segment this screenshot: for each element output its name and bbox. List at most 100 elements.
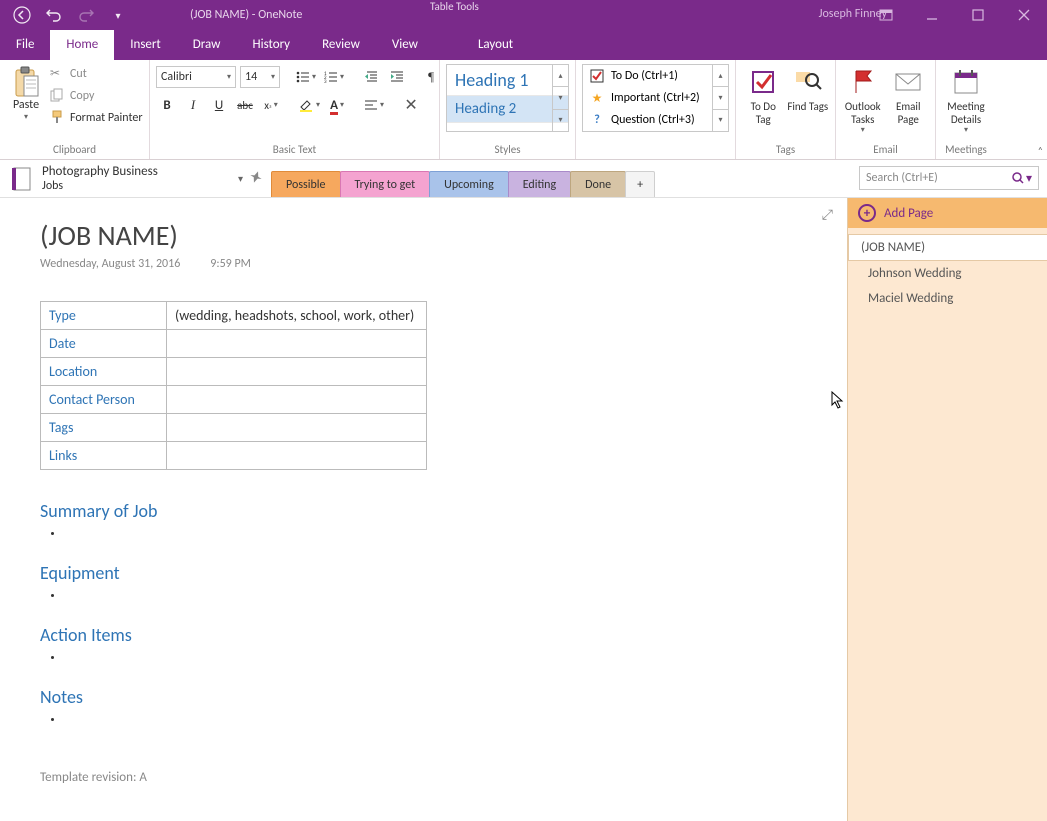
heading-summary[interactable]: Summary of Job: [40, 500, 807, 522]
tab-review[interactable]: Review: [306, 30, 376, 60]
tags-gallery[interactable]: To Do (Ctrl+1) ★Important (Ctrl+2) ?Ques…: [582, 64, 729, 132]
paragraph-mark-button[interactable]: ¶: [420, 66, 442, 88]
table-key[interactable]: Location: [41, 358, 167, 386]
italic-button[interactable]: I: [182, 94, 204, 116]
tab-insert[interactable]: Insert: [114, 30, 177, 60]
table-key[interactable]: Links: [41, 442, 167, 470]
tags-scroll-up-icon[interactable]: ▴: [713, 65, 728, 87]
minimize-icon[interactable]: [909, 0, 955, 30]
section-tab-possible[interactable]: Possible: [271, 171, 340, 197]
ribbon-display-icon[interactable]: [863, 0, 909, 30]
table-key[interactable]: Type: [41, 302, 167, 330]
style-heading1[interactable]: Heading 1: [447, 65, 568, 96]
group-label-meetings: Meetings: [942, 141, 990, 159]
find-tags-button[interactable]: Find Tags: [787, 64, 830, 113]
notebook-picker[interactable]: Photography Business Jobs: [0, 160, 238, 197]
highlight-button[interactable]: ▾: [296, 94, 322, 116]
pin-icon[interactable]: [249, 170, 263, 188]
table-key[interactable]: Contact Person: [41, 386, 167, 414]
table-value[interactable]: [167, 386, 427, 414]
styles-scroll-down-icon[interactable]: ▾: [553, 87, 568, 109]
equipment-list[interactable]: [40, 588, 807, 606]
table-value[interactable]: [167, 358, 427, 386]
font-color-button[interactable]: A▾: [326, 94, 348, 116]
collapse-ribbon-icon[interactable]: ˄: [1038, 144, 1043, 157]
page-content[interactable]: ⤢ (JOB NAME) Wednesday, August 31, 2016 …: [0, 198, 847, 821]
outlook-tasks-button[interactable]: Outlook Tasks▾: [842, 64, 884, 136]
bold-button[interactable]: B: [156, 94, 178, 116]
outlook-tasks-label: Outlook Tasks: [842, 100, 884, 126]
todo-tag-button[interactable]: To Do Tag: [742, 64, 785, 126]
section-tab-editing[interactable]: Editing: [508, 171, 571, 197]
bullets-button[interactable]: ▾: [294, 66, 318, 88]
table-value[interactable]: [167, 414, 427, 442]
tab-home[interactable]: Home: [50, 30, 114, 60]
action-list[interactable]: [40, 650, 807, 668]
add-page-label: Add Page: [884, 206, 933, 221]
qat-customize-icon[interactable]: ▾: [104, 1, 132, 29]
paste-button[interactable]: Paste ▾: [6, 64, 46, 122]
styles-scroll-up-icon[interactable]: ▴: [553, 65, 568, 87]
list-item[interactable]: [64, 588, 807, 606]
styles-expand-icon[interactable]: ▾: [553, 110, 568, 131]
tab-draw[interactable]: Draw: [177, 30, 237, 60]
list-item[interactable]: [64, 650, 807, 668]
tag-important[interactable]: ★Important (Ctrl+2): [583, 87, 728, 109]
expand-icon[interactable]: ⤢: [822, 206, 833, 223]
list-item[interactable]: [64, 712, 807, 730]
subscript-button[interactable]: x₂▾: [260, 94, 282, 116]
numbering-button[interactable]: 123▾: [322, 66, 346, 88]
email-page-button[interactable]: Email Page: [888, 64, 930, 126]
indent-button[interactable]: [386, 66, 408, 88]
list-item[interactable]: [64, 526, 807, 544]
section-tab-upcoming[interactable]: Upcoming: [429, 171, 509, 197]
tags-scroll-down-icon[interactable]: ▾: [713, 87, 728, 109]
clear-formatting-button[interactable]: ✕: [400, 94, 422, 116]
align-button[interactable]: ▾: [362, 94, 386, 116]
tags-expand-icon[interactable]: ▾: [713, 110, 728, 131]
underline-button[interactable]: U: [208, 94, 230, 116]
section-tab-trying[interactable]: Trying to get: [340, 171, 431, 197]
search-icon[interactable]: ▾: [1012, 171, 1032, 186]
format-painter-button[interactable]: Format Painter: [50, 108, 143, 128]
table-value[interactable]: (wedding, headshots, school, work, other…: [167, 302, 427, 330]
notes-list[interactable]: [40, 712, 807, 730]
tag-todo[interactable]: To Do (Ctrl+1): [583, 65, 728, 87]
add-section-button[interactable]: +: [625, 171, 655, 197]
tag-question[interactable]: ?Question (Ctrl+3): [583, 109, 728, 131]
meeting-details-button[interactable]: Meeting Details▾: [942, 64, 990, 136]
page-list-item[interactable]: Maciel Wedding: [848, 286, 1047, 311]
heading-equipment[interactable]: Equipment: [40, 562, 807, 584]
close-icon[interactable]: [1001, 0, 1047, 30]
strikethrough-button[interactable]: abc: [234, 94, 256, 116]
tab-view[interactable]: View: [376, 30, 434, 60]
table-value[interactable]: [167, 330, 427, 358]
tab-history[interactable]: History: [236, 30, 306, 60]
font-family-select[interactable]: Calibri▾: [156, 66, 236, 88]
font-size-select[interactable]: 14▾: [240, 66, 280, 88]
job-info-table[interactable]: Type(wedding, headshots, school, work, o…: [40, 301, 427, 470]
table-key[interactable]: Tags: [41, 414, 167, 442]
notebook-chevron-icon[interactable]: ▾: [238, 172, 243, 185]
search-input[interactable]: Search (Ctrl+E) ▾: [859, 166, 1039, 190]
heading-action[interactable]: Action Items: [40, 624, 807, 646]
styles-gallery[interactable]: Heading 1 Heading 2 ▴ ▾ ▾: [446, 64, 569, 132]
maximize-icon[interactable]: [955, 0, 1001, 30]
heading-notes[interactable]: Notes: [40, 686, 807, 708]
table-value[interactable]: [167, 442, 427, 470]
table-key[interactable]: Date: [41, 330, 167, 358]
page-title[interactable]: (JOB NAME): [40, 218, 807, 253]
template-revision[interactable]: Template revision: A: [40, 770, 807, 785]
add-page-button[interactable]: + Add Page: [848, 198, 1047, 228]
tab-layout[interactable]: Layout: [462, 30, 529, 60]
page-list-item[interactable]: Johnson Wedding: [848, 261, 1047, 286]
calendar-icon: [950, 66, 982, 98]
back-icon[interactable]: [8, 1, 36, 29]
page-list-item[interactable]: (JOB NAME): [848, 234, 1047, 261]
undo-icon[interactable]: [40, 1, 68, 29]
outdent-button[interactable]: [360, 66, 382, 88]
summary-list[interactable]: [40, 526, 807, 544]
style-heading2[interactable]: Heading 2: [447, 96, 568, 123]
tab-file[interactable]: File: [0, 30, 50, 60]
section-tab-done[interactable]: Done: [570, 171, 626, 197]
